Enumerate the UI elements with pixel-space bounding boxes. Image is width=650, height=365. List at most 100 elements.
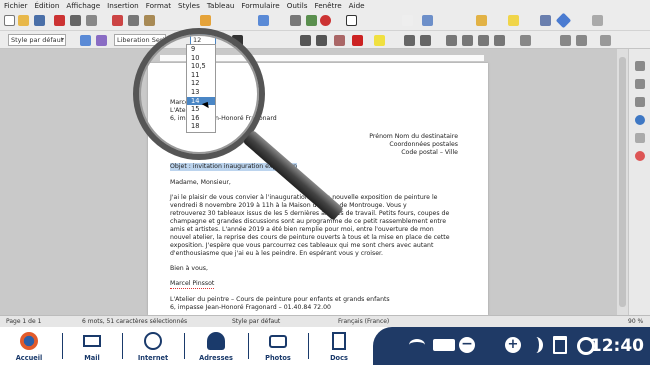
paragraph-style-select[interactable]: Style par défaut ▾ xyxy=(8,34,66,46)
signature: Marcel Pinssot xyxy=(170,280,215,290)
menu-edition[interactable]: Édition xyxy=(35,1,60,10)
vertical-scrollbar[interactable] xyxy=(617,49,628,315)
taskbar-mail[interactable]: Mail xyxy=(70,327,114,365)
envelope-icon xyxy=(83,335,101,347)
menu-aide[interactable]: Aide xyxy=(349,1,365,10)
font-color-icon[interactable] xyxy=(352,35,363,46)
menu-fenetre[interactable]: Fenêtre xyxy=(314,1,341,10)
body-line-2: vendredi 8 novembre 2019 à 11h à la Mais… xyxy=(170,202,407,209)
print-icon[interactable] xyxy=(70,15,81,26)
menu-format[interactable]: Format xyxy=(146,1,171,10)
volume-up-icon[interactable]: + xyxy=(505,337,521,353)
cut-icon[interactable] xyxy=(112,15,123,26)
recipient-name: Prénom Nom du destinataire xyxy=(369,133,458,140)
taskbar-label: Adresses xyxy=(199,354,233,362)
taskbar-adresses[interactable]: Adresses xyxy=(192,327,240,365)
outdent-icon[interactable] xyxy=(576,35,587,46)
recipient-city: Code postal – Ville xyxy=(401,149,458,156)
text-box-icon[interactable] xyxy=(346,15,357,26)
superscript-icon[interactable] xyxy=(300,35,311,46)
menu-tableau[interactable]: Tableau xyxy=(207,1,235,10)
menu-bar: Fichier Édition Affichage Insertion Form… xyxy=(0,0,650,11)
menu-insertion[interactable]: Insertion xyxy=(107,1,139,10)
divider xyxy=(308,333,309,359)
undo-icon[interactable] xyxy=(200,15,211,26)
taskbar-label: Photos xyxy=(265,354,291,362)
taskbar-label: Mail xyxy=(84,354,100,362)
system-tray: − + 12:40 xyxy=(373,327,650,365)
status-language[interactable]: Français (France) xyxy=(338,318,389,325)
footer-line-2: 6, impasse Jean-Honoré Fragonard – 01.40… xyxy=(170,304,331,311)
styles-icon[interactable] xyxy=(635,79,645,89)
menu-fichier[interactable]: Fichier xyxy=(4,1,28,10)
paste-icon[interactable] xyxy=(144,15,155,26)
numbering-icon[interactable] xyxy=(420,35,431,46)
salutation: Madame, Monsieur, xyxy=(170,179,231,186)
print-preview-icon[interactable] xyxy=(86,15,97,26)
closing: Bien à vous, xyxy=(170,265,208,272)
indent-icon[interactable] xyxy=(560,35,571,46)
page-icon[interactable] xyxy=(635,133,645,143)
manage-changes-icon[interactable] xyxy=(635,151,645,161)
shapes-icon[interactable] xyxy=(555,12,572,29)
image-icon[interactable] xyxy=(306,15,317,26)
volume-down-icon[interactable]: − xyxy=(459,337,475,353)
divider xyxy=(184,333,185,359)
subscript-icon[interactable] xyxy=(316,35,327,46)
app-launcher: Accueil Mail Internet Adresses Photos Do… xyxy=(0,327,373,365)
new-style-icon[interactable] xyxy=(96,35,107,46)
gallery-icon[interactable] xyxy=(635,97,645,107)
clear-format-icon[interactable] xyxy=(334,35,345,46)
body-line-7: exposition. J'espère que vous parcourrez… xyxy=(170,242,434,249)
menu-affichage[interactable]: Affichage xyxy=(66,1,100,10)
comment-icon[interactable] xyxy=(508,15,519,26)
highlight-icon[interactable] xyxy=(374,35,385,46)
app-window: Fichier Édition Affichage Insertion Form… xyxy=(0,0,650,365)
line-spacing-icon[interactable] xyxy=(520,35,531,46)
properties-icon[interactable] xyxy=(635,61,645,71)
update-style-icon[interactable] xyxy=(80,35,91,46)
chart-icon[interactable] xyxy=(320,15,331,26)
save-icon[interactable] xyxy=(34,15,45,26)
taskbar-photos[interactable]: Photos xyxy=(256,327,300,365)
taskbar: Accueil Mail Internet Adresses Photos Do… xyxy=(0,327,650,365)
align-right-icon[interactable] xyxy=(478,35,489,46)
taskbar-accueil[interactable]: Accueil xyxy=(6,327,52,365)
taskbar-internet[interactable]: Internet xyxy=(130,327,176,365)
spellcheck-icon[interactable] xyxy=(258,15,269,26)
assist-icon[interactable] xyxy=(529,337,543,353)
menu-outils[interactable]: Outils xyxy=(287,1,308,10)
align-center-icon[interactable] xyxy=(462,35,473,46)
copy-icon[interactable] xyxy=(128,15,139,26)
document-icon xyxy=(332,332,346,350)
new-document-icon[interactable] xyxy=(4,15,15,26)
divider xyxy=(248,333,249,359)
wifi-icon[interactable] xyxy=(409,339,425,351)
bookmark-icon[interactable] xyxy=(476,15,487,26)
line-icon[interactable] xyxy=(540,15,551,26)
justify-icon[interactable] xyxy=(494,35,505,46)
menu-styles[interactable]: Styles xyxy=(178,1,200,10)
paragraph-icon[interactable] xyxy=(600,35,611,46)
battery-icon[interactable] xyxy=(433,339,455,351)
align-left-icon[interactable] xyxy=(446,35,457,46)
home-logo-icon xyxy=(20,332,38,350)
zoom-level[interactable]: 90 % xyxy=(628,318,643,325)
table-icon[interactable] xyxy=(290,15,301,26)
open-folder-icon[interactable] xyxy=(18,15,29,26)
bullets-icon[interactable] xyxy=(404,35,415,46)
scrollbar-thumb[interactable] xyxy=(619,57,626,307)
navigator-icon[interactable] xyxy=(635,115,645,125)
taskbar-docs[interactable]: Docs xyxy=(316,327,362,365)
contacts-icon xyxy=(207,332,225,350)
trash-icon[interactable] xyxy=(553,336,567,354)
draw-functions-icon[interactable] xyxy=(592,15,603,26)
special-char-icon[interactable] xyxy=(402,15,413,26)
link-icon[interactable] xyxy=(422,15,433,26)
paragraph-style-value: Style par défaut xyxy=(11,36,64,44)
status-bar: Page 1 de 1 6 mots, 51 caractères sélect… xyxy=(0,315,650,327)
menu-formulaire[interactable]: Formulaire xyxy=(241,1,279,10)
divider xyxy=(122,333,123,359)
body-line-8: d'enthousiasme que j'ai eu à les peindre… xyxy=(170,250,383,257)
export-pdf-icon[interactable] xyxy=(54,15,65,26)
